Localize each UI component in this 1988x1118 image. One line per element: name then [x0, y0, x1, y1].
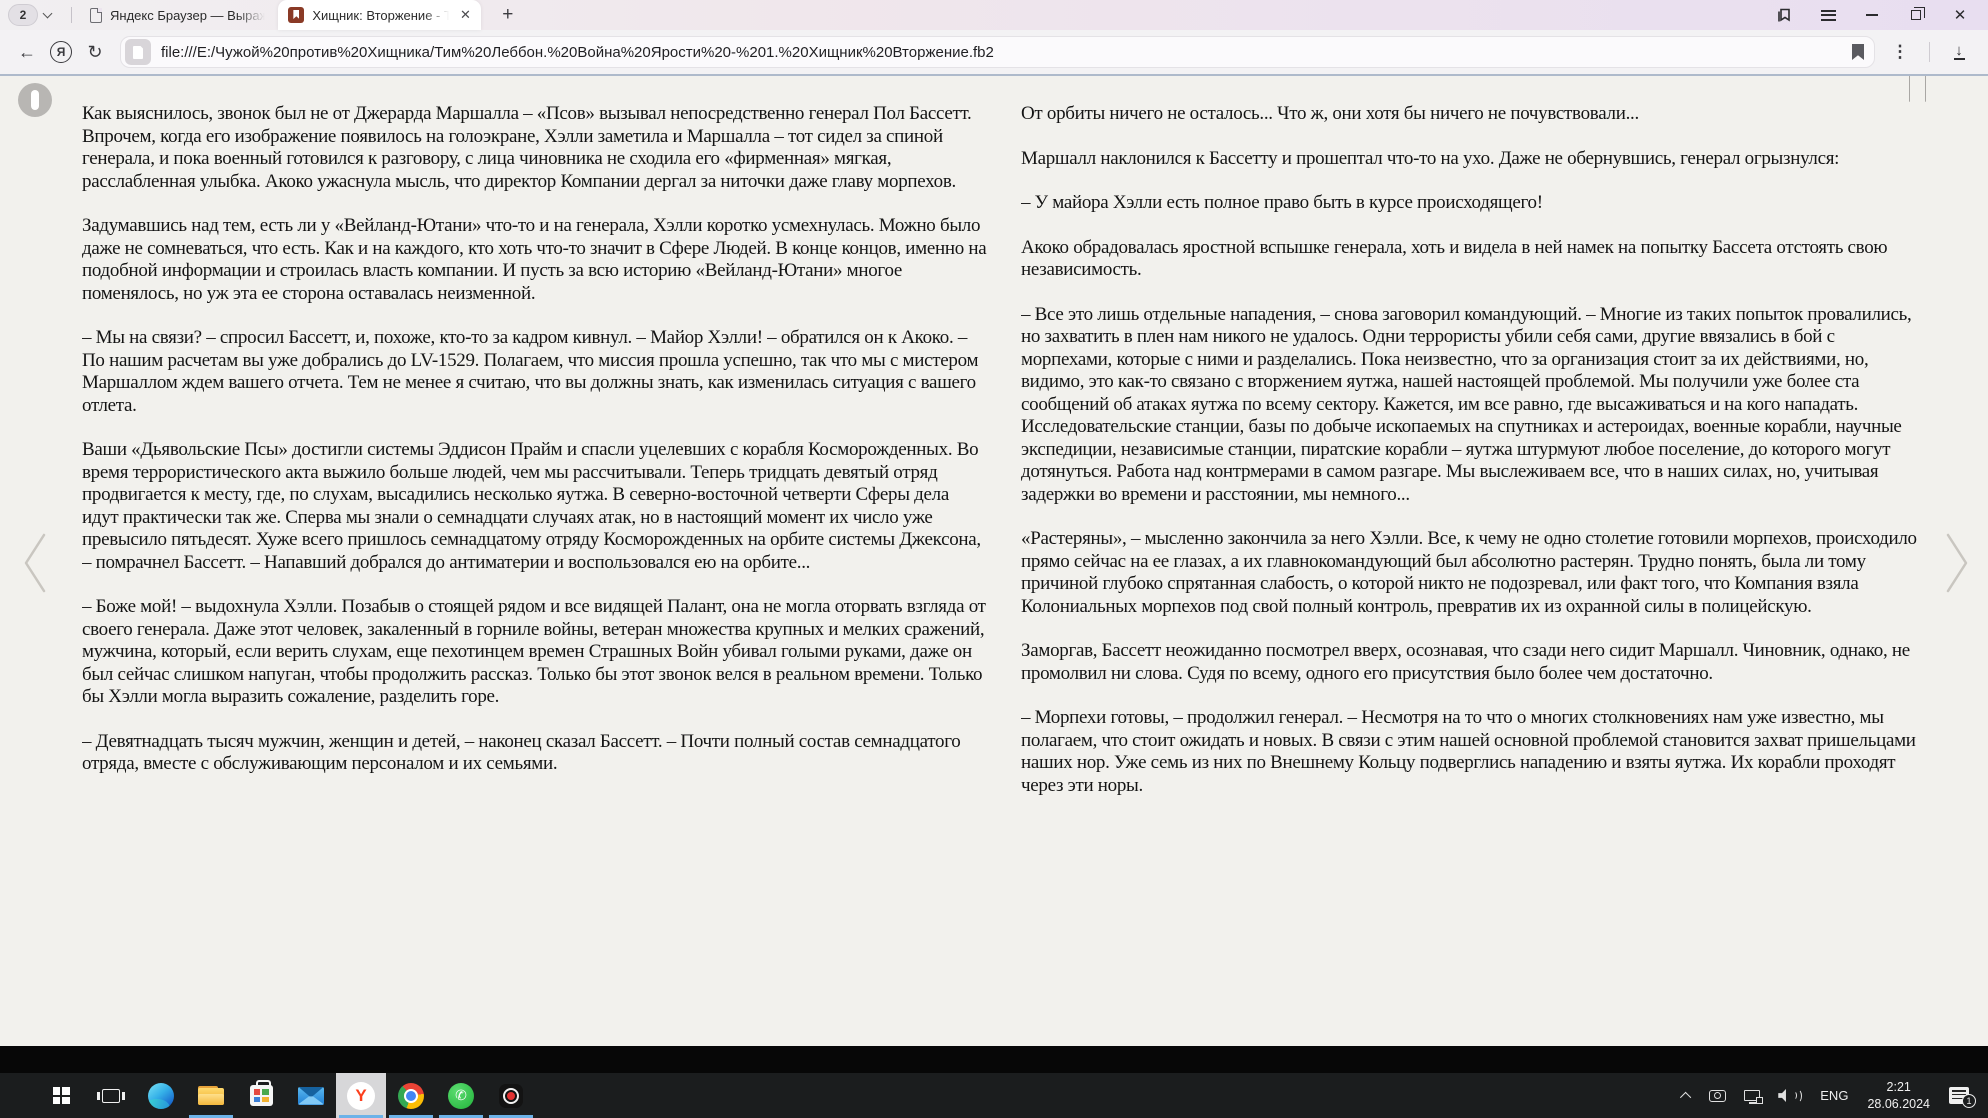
taskbar-screen-recorder[interactable] — [486, 1073, 536, 1118]
paragraph: Как выяснилось, звонок был не от Джерард… — [82, 103, 989, 193]
text-columns: Как выяснилось, звонок был не от Джерард… — [0, 76, 1988, 1046]
taskbar-file-explorer[interactable] — [186, 1073, 236, 1118]
paragraph: – Мы на связи? – спросил Бассетт, и, пох… — [82, 327, 989, 417]
date: 28.06.2024 — [1867, 1096, 1930, 1113]
browser-menu-button[interactable] — [1806, 1, 1850, 29]
notification-center-button[interactable]: 1 — [1940, 1073, 1978, 1118]
close-tab-icon[interactable]: ✕ — [460, 7, 471, 23]
tab-list-button[interactable]: 2 — [8, 4, 57, 26]
bookmarks-panel-icon — [1776, 7, 1792, 23]
task-view-button[interactable] — [86, 1073, 136, 1118]
reader-page: Как выяснилось, звонок был не от Джерард… — [0, 76, 1988, 1046]
hamburger-menu-icon — [1821, 10, 1836, 21]
taskbar-mail[interactable] — [286, 1073, 336, 1118]
yandex-logo-icon: Я — [50, 41, 72, 63]
tab-title: Яндекс Браузер — Выраж — [110, 8, 268, 23]
previous-page-arrow[interactable] — [22, 531, 48, 595]
camera-icon — [1709, 1090, 1726, 1102]
url-input[interactable]: file:///E:/Чужой%20против%20Хищника/Тим%… — [120, 36, 1875, 68]
page-bottom-strip — [0, 1046, 1988, 1073]
left-text-column: Как выяснилось, звонок был не от Джерард… — [82, 103, 989, 1046]
page-favicon-icon — [90, 8, 102, 23]
tab-title: Хищник: Вторжение - Т — [312, 8, 452, 23]
minimize-button[interactable] — [1850, 1, 1894, 29]
reader-menu-button[interactable] — [18, 83, 52, 117]
speaker-icon — [1778, 1089, 1802, 1103]
bookmark-icon[interactable] — [1852, 44, 1864, 60]
file-explorer-icon — [198, 1086, 224, 1105]
paragraph: Акоко обрадовалась яростной вспышке гене… — [1021, 237, 1928, 282]
start-button[interactable] — [36, 1073, 86, 1118]
taskbar-microsoft-store[interactable] — [236, 1073, 286, 1118]
downloads-button[interactable]: ↓ — [1944, 37, 1974, 67]
edge-icon — [148, 1083, 174, 1109]
screen: 2 Яндекс Браузер — Выраж Хищник: Вторжен… — [0, 0, 1988, 1118]
new-tab-button[interactable]: + — [495, 2, 521, 28]
paragraph: От орбиты ничего не осталось... Что ж, о… — [1021, 103, 1928, 126]
tray-volume-button[interactable] — [1769, 1073, 1811, 1118]
mail-icon — [298, 1087, 324, 1105]
paragraph: Заморгав, Бассетт неожиданно посмотрел в… — [1021, 640, 1928, 685]
notification-badge: 1 — [1962, 1094, 1976, 1108]
file-page-icon — [125, 39, 151, 65]
url-text: file:///E:/Чужой%20против%20Хищника/Тим%… — [161, 44, 1842, 61]
tab-bar: 2 Яндекс Браузер — Выраж Хищник: Вторжен… — [0, 0, 1988, 30]
network-icon — [1744, 1090, 1760, 1101]
windows-logo-icon — [53, 1087, 70, 1104]
paragraph: – Морпехи готовы, – продолжил генерал. –… — [1021, 707, 1928, 797]
yandex-home-button[interactable]: Я — [46, 37, 76, 67]
reload-button[interactable]: ↻ — [80, 37, 110, 67]
clock[interactable]: 2:21 28.06.2024 — [1857, 1073, 1940, 1118]
back-button[interactable]: ← — [12, 37, 42, 67]
extensions-more-button[interactable]: ⋮ — [1885, 37, 1915, 67]
chevron-down-icon — [43, 9, 53, 19]
download-icon: ↓ — [1955, 44, 1963, 58]
microsoft-store-icon — [250, 1085, 273, 1106]
kebab-menu-icon: ⋮ — [1892, 42, 1909, 62]
taskbar-whatsapp[interactable]: ✆ — [436, 1073, 486, 1118]
fb2-book-favicon-icon — [288, 7, 304, 23]
close-icon: ✕ — [1954, 8, 1967, 23]
time: 2:21 — [1867, 1079, 1930, 1096]
language-indicator[interactable]: ENG — [1811, 1073, 1857, 1118]
tab-home[interactable]: Яндекс Браузер — Выраж — [80, 0, 278, 30]
restore-icon — [1911, 10, 1921, 20]
paragraph: Ваши «Дьявольские Псы» достигли системы … — [82, 439, 989, 574]
chevron-up-icon — [1680, 1091, 1691, 1102]
paragraph: Маршалл наклонился к Бассетту и прошепта… — [1021, 148, 1928, 171]
whatsapp-icon: ✆ — [448, 1083, 474, 1109]
chrome-icon — [398, 1083, 424, 1109]
restore-button[interactable] — [1894, 1, 1938, 29]
paragraph: – У майора Хэлли есть полное право быть … — [1021, 192, 1928, 215]
taskbar-yandex-browser[interactable]: Y — [336, 1073, 386, 1118]
minimize-icon — [1866, 14, 1878, 16]
taskbar-edge[interactable] — [136, 1073, 186, 1118]
task-view-icon — [102, 1089, 120, 1103]
tray-network-button[interactable] — [1735, 1073, 1769, 1118]
notification-icon: 1 — [1949, 1087, 1969, 1104]
paragraph: – Все это лишь отдельные нападения, – сн… — [1021, 304, 1928, 507]
yandex-browser-icon: Y — [347, 1082, 375, 1110]
next-page-arrow[interactable] — [1944, 531, 1970, 595]
paragraph: – Боже мой! – выдохнула Хэлли. Позабыв о… — [82, 596, 989, 709]
divider — [1929, 42, 1930, 62]
divider — [71, 7, 72, 23]
taskbar: Y ✆ ENG 2:21 28.0 — [0, 1073, 1988, 1118]
system-tray: ENG 2:21 28.06.2024 1 — [1674, 1073, 1988, 1118]
tray-camera-button[interactable] — [1700, 1073, 1735, 1118]
side-panel-button[interactable] — [1762, 1, 1806, 29]
tray-overflow-button[interactable] — [1674, 1073, 1700, 1118]
paragraph: «Растеряны», – мысленно закончила за нег… — [1021, 528, 1928, 618]
paragraph: Задумавшись над тем, есть ли у «Вейланд-… — [82, 215, 989, 305]
paragraph: – Девятнадцать тысяч мужчин, женщин и де… — [82, 731, 989, 776]
close-window-button[interactable]: ✕ — [1938, 1, 1982, 29]
screen-recorder-icon — [499, 1084, 523, 1108]
tab-book[interactable]: Хищник: Вторжение - Т ✕ — [278, 0, 481, 30]
taskbar-chrome[interactable] — [386, 1073, 436, 1118]
right-text-column: От орбиты ничего не осталось... Что ж, о… — [1021, 103, 1928, 1046]
tab-count-badge: 2 — [8, 4, 38, 26]
address-bar: ← Я ↻ file:///E:/Чужой%20против%20Хищник… — [0, 30, 1988, 74]
